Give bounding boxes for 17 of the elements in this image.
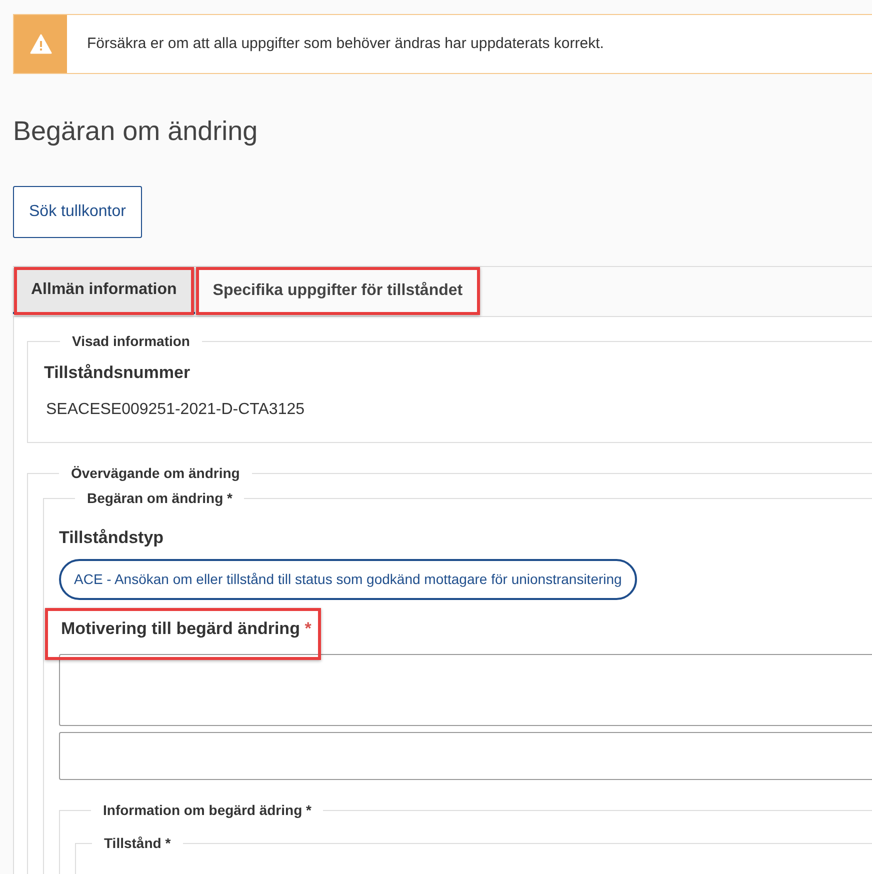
warning-icon: [30, 34, 52, 54]
fieldset-legend: Tillstånd *: [104, 835, 171, 851]
field-value: SEACESE009251-2021-D-CTA3125: [46, 400, 305, 420]
field-label: Motivering till begärd ändring *: [61, 619, 312, 638]
motivation-textarea[interactable]: [59, 654, 872, 726]
field-label: Tillståndsnummer: [44, 362, 190, 384]
fieldset-legend: Övervägande om ändring: [71, 465, 240, 481]
fieldset-legend: Begäran om ändring *: [87, 490, 232, 506]
tab[interactable]: Specifika uppgifter för tillståndet: [194, 268, 481, 314]
page-title: Begäran om ändring: [13, 115, 258, 148]
permit-type-tag: ACE - Ansökan om eller tillstånd till status som godkänd mottagare för unionstransitering: [59, 559, 637, 600]
fieldset-legend: Visad information: [72, 333, 190, 349]
field-label: Tillståndstyp: [59, 527, 164, 549]
search-button[interactable]: Sök tullkontor: [13, 186, 142, 238]
fieldset-legend: Information om begärd ädring *: [103, 802, 312, 818]
input-field[interactable]: [59, 732, 872, 780]
alert-message: Försäkra er om att alla uppgifter som behöver ändras har uppdaterats korrekt.: [87, 34, 604, 54]
